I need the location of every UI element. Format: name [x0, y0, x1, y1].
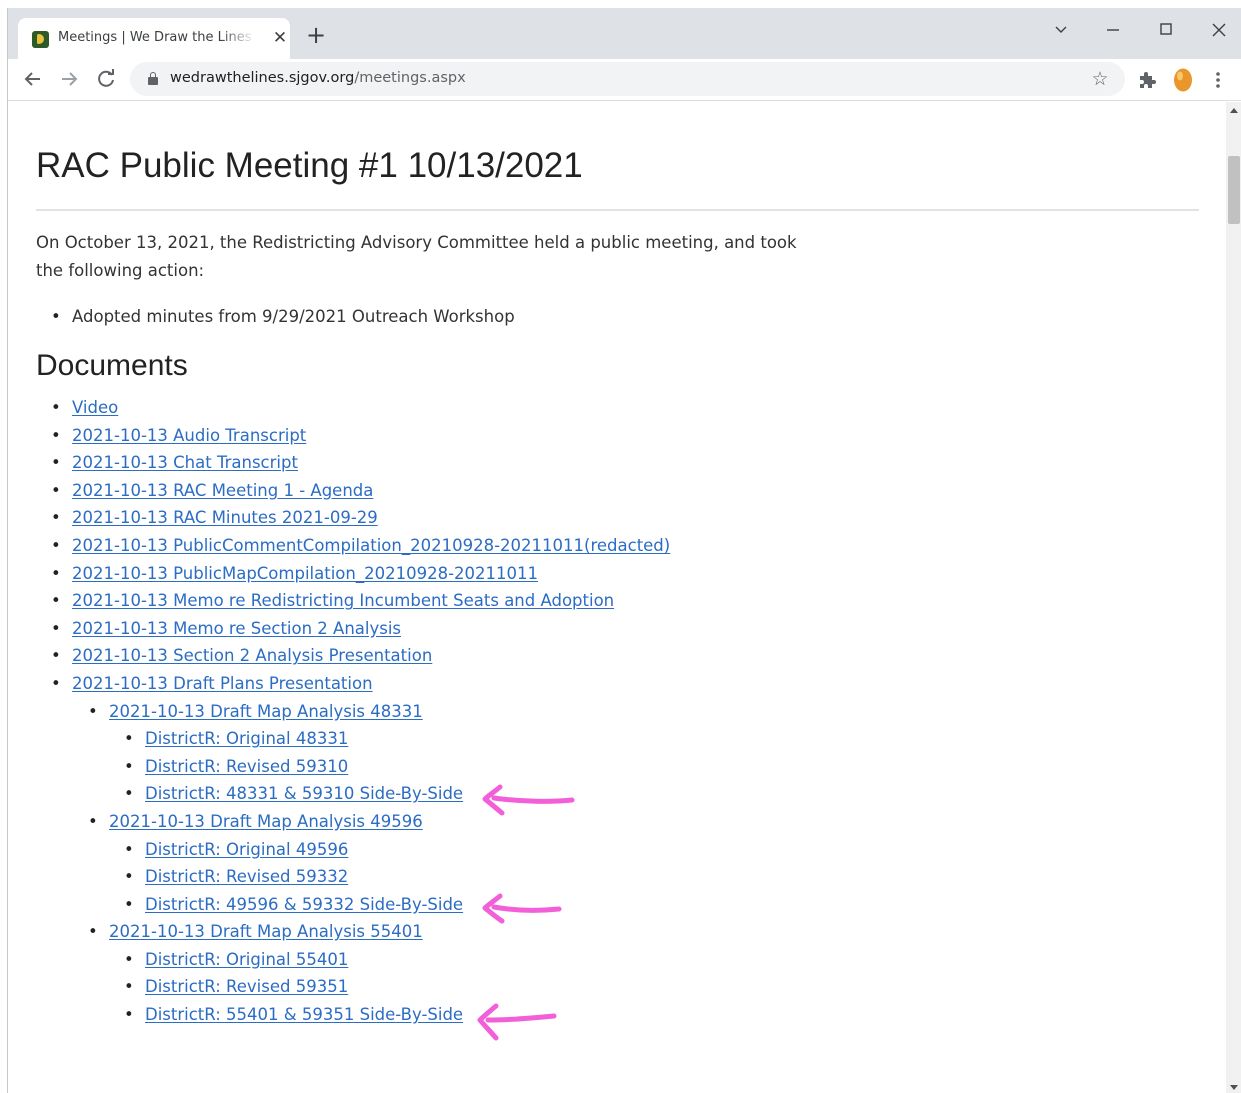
document-link[interactable]: 2021-10-13 Draft Map Analysis 48331: [109, 702, 423, 721]
document-list-item: 2021-10-13 Section 2 Analysis Presentati…: [36, 642, 670, 670]
document-list-item: 2021-10-13 Audio Transcript: [36, 422, 670, 450]
browser-tab[interactable]: Meetings | We Draw the Lines | S ✕: [18, 18, 290, 59]
document-list-item: DistrictR: Original 48331: [36, 725, 670, 753]
document-list-item: 2021-10-13 Draft Map Analysis 55401: [36, 918, 670, 946]
profile-egg-icon[interactable]: [1173, 65, 1193, 93]
documents-list: Video 2021-10-13 Audio Transcript 2021-10-…: [36, 394, 670, 1029]
action-list: Adopted minutes from 9/29/2021 Outreach …: [36, 303, 515, 331]
new-tab-button[interactable]: +: [304, 23, 328, 48]
back-arrow-icon[interactable]: [19, 65, 47, 93]
scroll-up-arrow-icon[interactable]: [1230, 108, 1238, 113]
url-path: /meetings.aspx: [354, 70, 466, 86]
document-link[interactable]: DistrictR: Original 55401: [145, 950, 348, 969]
document-link[interactable]: DistrictR: Revised 59310: [145, 757, 348, 776]
document-link[interactable]: 2021-10-13 PublicCommentCompilation_2021…: [72, 536, 670, 555]
url-host: wedrawthelines.sjgov.org: [170, 70, 355, 86]
maximize-icon[interactable]: [1151, 16, 1181, 44]
kebab-menu-icon[interactable]: [1208, 68, 1228, 92]
document-link[interactable]: DistrictR: Revised 59332: [145, 867, 348, 886]
document-list-item: 2021-10-13 Memo re Section 2 Analysis: [36, 615, 670, 643]
document-link[interactable]: DistrictR: 55401 & 59351 Side-By-Side: [145, 1005, 463, 1024]
document-link[interactable]: 2021-10-13 Memo re Redistricting Incumbe…: [72, 591, 614, 610]
hand-drawn-arrow-icon: [482, 893, 562, 924]
tab-close-icon[interactable]: ✕: [270, 28, 290, 48]
documents-heading: Documents: [36, 349, 188, 382]
hand-drawn-arrow-icon: [482, 784, 575, 816]
extensions-puzzle-icon[interactable]: [1135, 68, 1159, 92]
document-list-item: Video: [36, 394, 670, 422]
page-scrollbar[interactable]: [1226, 102, 1241, 1093]
document-link[interactable]: 2021-10-13 Draft Plans Presentation: [72, 674, 373, 693]
document-list-item: DistrictR: Revised 59332: [36, 863, 670, 891]
document-link[interactable]: 2021-10-13 Chat Transcript: [72, 453, 298, 472]
document-list-item: 2021-10-13 Chat Transcript: [36, 449, 670, 477]
document-link[interactable]: 2021-10-13 Memo re Section 2 Analysis: [72, 619, 401, 638]
page-content: RAC Public Meeting #1 10/13/2021 On Octo…: [8, 102, 1226, 1093]
site-favicon-icon: [32, 31, 49, 48]
document-list-item: 2021-10-13 PublicCommentCompilation_2021…: [36, 532, 670, 560]
title-divider: [36, 209, 1199, 211]
document-list-item: 2021-10-13 Draft Plans Presentation: [36, 670, 670, 698]
page-title: RAC Public Meeting #1 10/13/2021: [36, 146, 583, 185]
lock-icon[interactable]: [148, 72, 158, 85]
document-link[interactable]: 2021-10-13 Section 2 Analysis Presentati…: [72, 646, 432, 665]
document-link[interactable]: 2021-10-13 RAC Meeting 1 - Agenda: [72, 481, 373, 500]
tablist-chevron-icon[interactable]: [1046, 16, 1076, 44]
action-item: Adopted minutes from 9/29/2021 Outreach …: [36, 303, 515, 331]
tab-title: Meetings | We Draw the Lines | S: [58, 30, 256, 45]
tab-strip: Meetings | We Draw the Lines | S ✕ +: [8, 8, 1241, 59]
document-link[interactable]: Video: [72, 398, 118, 417]
document-link[interactable]: DistrictR: 48331 & 59310 Side-By-Side: [145, 784, 463, 803]
star-icon[interactable]: ☆: [1088, 67, 1112, 91]
browser-window: Meetings | We Draw the Lines | S ✕ + wed…: [7, 8, 1241, 1093]
document-list-item: 2021-10-13 Memo re Redistricting Incumbe…: [36, 587, 670, 615]
document-list-item: DistrictR: 55401 & 59351 Side-By-Side: [36, 1001, 670, 1029]
hand-drawn-arrow-icon: [477, 1003, 557, 1041]
document-link[interactable]: 2021-10-13 Audio Transcript: [72, 426, 306, 445]
minimize-icon[interactable]: [1098, 16, 1128, 44]
scroll-down-arrow-icon[interactable]: [1230, 1085, 1238, 1090]
url-text: wedrawthelines.sjgov.org/meetings.aspx: [170, 70, 466, 86]
document-link[interactable]: DistrictR: Revised 59351: [145, 977, 348, 996]
document-link[interactable]: DistrictR: 49596 & 59332 Side-By-Side: [145, 895, 463, 914]
document-list-item: DistrictR: 49596 & 59332 Side-By-Side: [36, 891, 670, 919]
document-list-item: DistrictR: Revised 59351: [36, 973, 670, 1001]
document-list-item: 2021-10-13 RAC Minutes 2021-09-29: [36, 504, 670, 532]
document-link[interactable]: DistrictR: Original 48331: [145, 729, 348, 748]
document-list-item: 2021-10-13 Draft Map Analysis 48331: [36, 698, 670, 726]
document-link[interactable]: 2021-10-13 RAC Minutes 2021-09-29: [72, 508, 378, 527]
document-list-item: 2021-10-13 PublicMapCompilation_20210928…: [36, 560, 670, 588]
document-link[interactable]: 2021-10-13 Draft Map Analysis 55401: [109, 922, 423, 941]
document-link[interactable]: 2021-10-13 PublicMapCompilation_20210928…: [72, 564, 538, 583]
document-list-item: 2021-10-13 RAC Meeting 1 - Agenda: [36, 477, 670, 505]
document-list-item: DistrictR: Revised 59310: [36, 753, 670, 781]
forward-arrow-icon[interactable]: [55, 65, 83, 93]
document-link[interactable]: DistrictR: Original 49596: [145, 840, 348, 859]
document-list-item: DistrictR: Original 55401: [36, 946, 670, 974]
meeting-intro: On October 13, 2021, the Redistricting A…: [36, 233, 797, 280]
browser-toolbar: wedrawthelines.sjgov.org/meetings.aspx ☆: [8, 59, 1241, 101]
reload-icon[interactable]: [92, 65, 120, 93]
close-icon[interactable]: [1204, 16, 1234, 44]
scroll-thumb[interactable]: [1228, 156, 1240, 224]
document-link[interactable]: 2021-10-13 Draft Map Analysis 49596: [109, 812, 423, 831]
address-bar[interactable]: wedrawthelines.sjgov.org/meetings.aspx ☆: [130, 62, 1125, 96]
document-list-item: DistrictR: Original 49596: [36, 836, 670, 864]
